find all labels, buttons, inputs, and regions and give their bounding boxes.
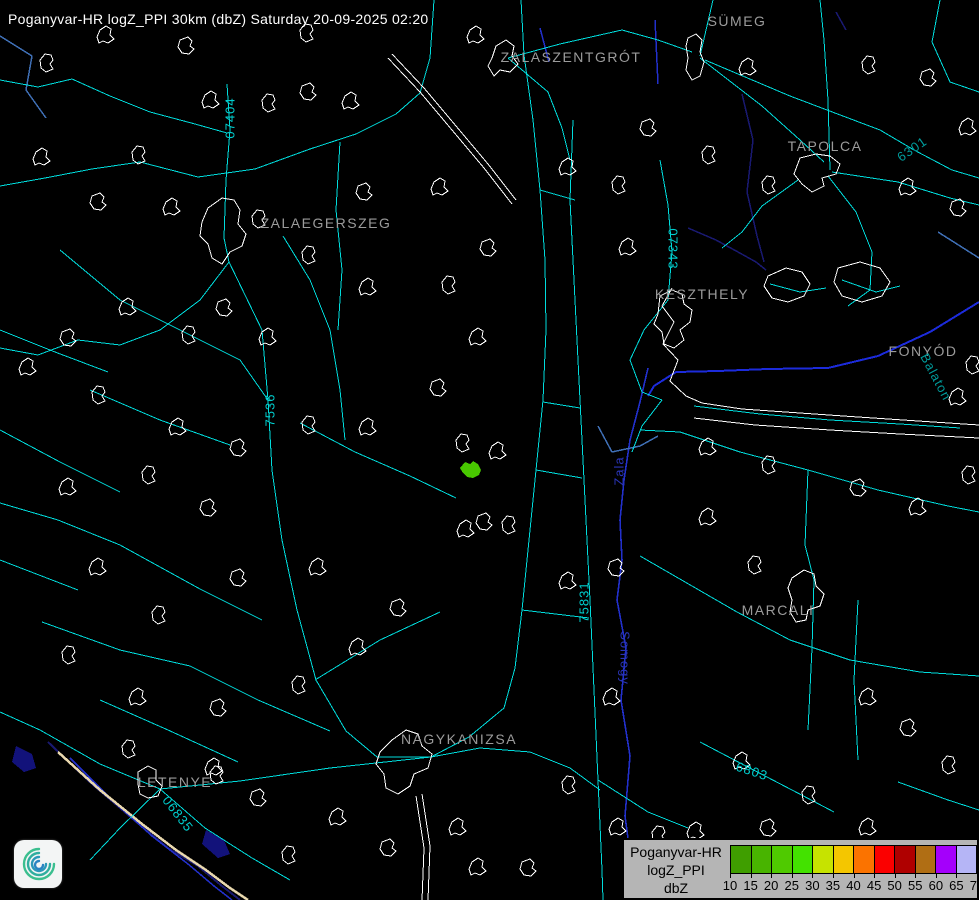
legend-tick-label: 40 [846,878,860,893]
legend-color-cell [771,845,793,874]
road-label: 7536 [263,394,278,427]
legend-color-cell [853,845,875,874]
legend-color-cell [812,845,834,874]
legend-tick-label: 50 [887,878,901,893]
city-label: NAGYKANIZSA [401,731,517,747]
radar-title: Poganyvar-HR logZ_PPI 30km (dbZ) Saturda… [8,11,429,27]
legend-station-name: Poganyvar-HR [624,843,728,861]
legend-tick-label: 10 [723,878,737,893]
legend-tick-label: 30 [805,878,819,893]
city-label: SÜMEG [708,13,767,29]
city-label: LETENYE [138,774,212,790]
legend-tick-label: 60 [929,878,943,893]
radar-screen: Poganyvar-HR logZ_PPI 30km (dbZ) Saturda… [0,0,979,900]
legend-tick-label: 25 [785,878,799,893]
legend-color-cell [894,845,916,874]
legend-tick-label: 15 [743,878,757,893]
legend-color-scale [730,845,977,874]
radar-map-canvas [0,0,979,900]
spiral-icon [14,840,62,888]
water-label: Somogy [618,631,633,685]
radar-echo [460,461,481,478]
city-label: TAPOLCA [788,138,863,154]
city-label: KESZTHELY [655,286,749,302]
legend-tick-label: 20 [764,878,778,893]
legend-color-cell [935,845,957,874]
city-label: MARCALI [742,602,815,618]
legend-tick-label: 35 [826,878,840,893]
legend-color-cell [874,845,896,874]
legend-color-cell [956,845,978,874]
road-label: 07343 [666,228,681,269]
legend-tick-label: 45 [867,878,881,893]
legend-tick-label: 70 [970,878,979,893]
legend-product-name: logZ_PPI [624,861,728,879]
legend-text-block: Poganyvar-HR logZ_PPI dbZ [624,843,728,897]
legend-unit-label: dbZ [624,879,728,897]
legend-tick-label: 65 [949,878,963,893]
legend-color-cell [833,845,855,874]
legend-panel: Poganyvar-HR logZ_PPI dbZ 10 15 20 25 30 35 40… [622,838,979,900]
legend-tick-labels: 10152025303540455055606570 [730,874,977,896]
app-logo[interactable] [14,840,62,888]
road-label: 07404 [223,97,238,138]
legend-color-cell [915,845,937,874]
legend-tick-label: 55 [908,878,922,893]
city-label: ZALASZENTGRÓT [501,49,642,65]
road-network [0,0,979,900]
city-label: ZALAEGERSZEG [261,215,392,231]
legend-color-cell [751,845,773,874]
water-label: Zala [612,456,627,485]
legend-color-cell [730,845,752,874]
road-label: 75831 [577,581,592,622]
settlement-outlines [19,24,979,900]
legend-color-cell [792,845,814,874]
